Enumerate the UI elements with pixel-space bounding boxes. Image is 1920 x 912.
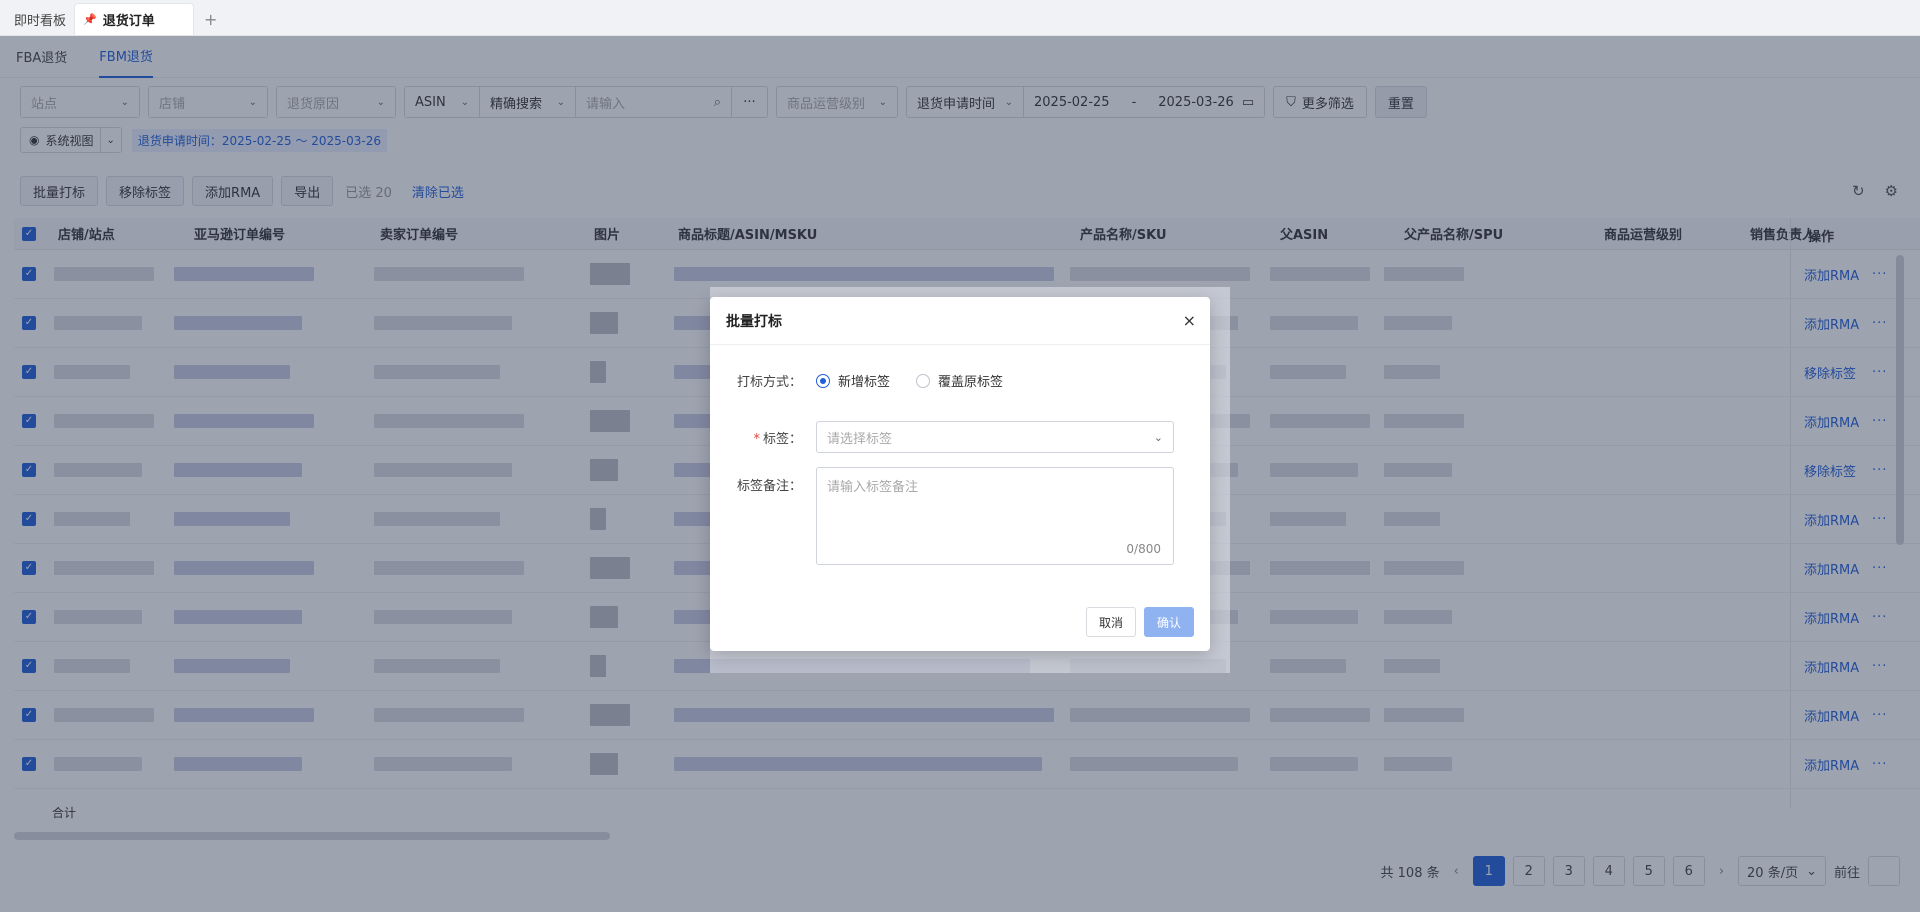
remark-char-count: 0/800 bbox=[1126, 542, 1161, 556]
remark-label: 标签备注： bbox=[736, 479, 802, 494]
confirm-button[interactable]: 确认 bbox=[1143, 607, 1194, 637]
dialog-title: 批量打标 bbox=[726, 313, 782, 330]
required-mark: * bbox=[753, 431, 760, 447]
tag-label-text: 标签： bbox=[762, 431, 802, 447]
remark-textarea[interactable]: 请输入标签备注 0/800 bbox=[816, 467, 1174, 565]
remark-placeholder: 请输入标签备注 bbox=[827, 480, 919, 495]
batch-label-dialog: 批量打标 × 打标方式： 新增标签 覆盖原标签 * 标签： 请选择标签 ⌄ 标签备… bbox=[710, 297, 1210, 651]
label-mode-label: 打标方式： bbox=[736, 375, 802, 390]
tag-label: * 标签： bbox=[710, 428, 816, 447]
remark-row: 标签备注： 请输入标签备注 0/800 bbox=[710, 467, 1174, 565]
tab-return-orders-label: 退货订单 bbox=[102, 14, 155, 29]
tab-dashboard[interactable]: 即时看板 bbox=[6, 3, 74, 35]
radio-new-label[interactable]: 新增标签 bbox=[816, 371, 890, 390]
tag-row: * 标签： 请选择标签 ⌄ bbox=[710, 421, 1174, 453]
radio-new-label-text: 新增标签 bbox=[838, 375, 891, 390]
chevron-down-icon: ⌄ bbox=[1153, 430, 1163, 444]
tab-dashboard-label: 即时看板 bbox=[14, 13, 67, 29]
radio-cover-label[interactable]: 覆盖原标签 bbox=[916, 371, 1003, 390]
tab-return-orders[interactable]: 📌 退货订单 bbox=[74, 3, 195, 35]
top-tab-bar: 即时看板 📌 退货订单 + bbox=[0, 0, 1920, 36]
pin-icon: 📌 bbox=[83, 13, 97, 26]
radio-cover-label-text: 覆盖原标签 bbox=[938, 375, 1004, 390]
add-tab-button[interactable]: + bbox=[204, 3, 217, 35]
dialog-header: 批量打标 × bbox=[710, 297, 1210, 345]
label-mode-row: 打标方式： 新增标签 覆盖原标签 bbox=[710, 371, 1029, 390]
cancel-button[interactable]: 取消 bbox=[1085, 607, 1136, 637]
radio-checked-icon bbox=[816, 373, 830, 388]
dialog-footer: 取消 确认 bbox=[1085, 607, 1194, 637]
close-icon[interactable]: × bbox=[1183, 311, 1196, 330]
tag-select[interactable]: 请选择标签 ⌄ bbox=[816, 421, 1174, 453]
radio-unchecked-icon bbox=[916, 373, 931, 388]
tag-select-placeholder: 请选择标签 bbox=[827, 431, 893, 447]
